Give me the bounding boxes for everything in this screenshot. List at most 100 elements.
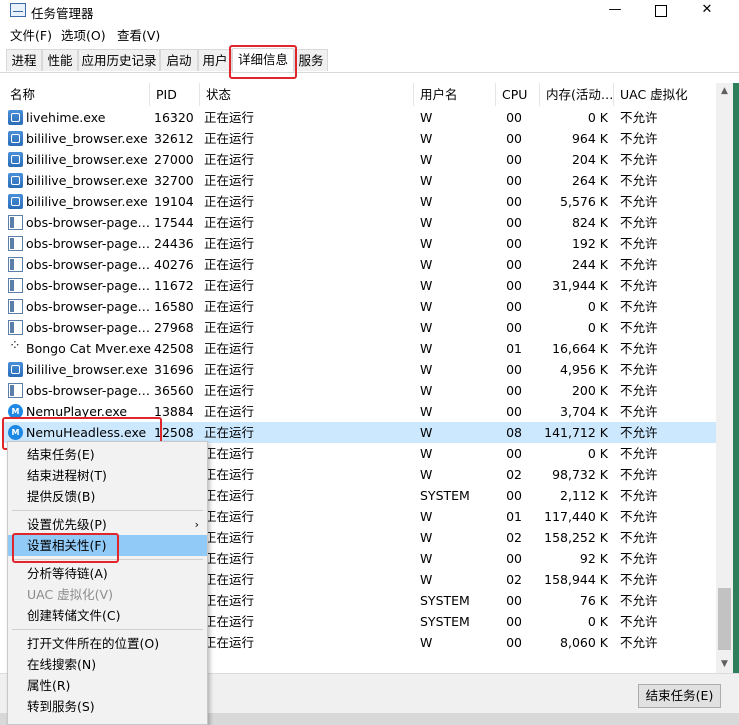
process-memory: 16,664 K	[552, 341, 608, 356]
menu-separator	[12, 629, 203, 630]
process-user: W	[420, 635, 433, 650]
process-status: 正在运行	[204, 320, 255, 335]
table-row[interactable]: obs-browser-page… 27968 正在运行 W 00 0 K 不允许	[4, 317, 716, 338]
table-row[interactable]: obs-browser-page… 11672 正在运行 W 00 31,944 K 不允许	[4, 275, 716, 296]
process-uac: 不允许	[620, 131, 658, 146]
process-cpu: 08	[506, 425, 522, 440]
process-cpu: 02	[506, 530, 522, 545]
context-menu-item[interactable]: 结束进程树(T)	[8, 465, 207, 486]
process-cpu: 00	[506, 173, 522, 188]
process-name: bililive_browser.exe	[26, 194, 148, 209]
col-name[interactable]: 名称	[4, 83, 150, 106]
process-status: 正在运行	[204, 404, 255, 419]
context-menu-item[interactable]: 提供反馈(B)	[8, 486, 207, 507]
context-menu-label: 结束进程树(T)	[27, 468, 107, 483]
menu-options[interactable]: 选项(O)	[61, 25, 106, 44]
context-menu-item[interactable]: 设置优先级(P) ›	[8, 514, 207, 535]
vertical-scrollbar[interactable]: ▲ ▼	[716, 83, 733, 673]
process-memory: 0 K	[587, 446, 608, 461]
tab-performance[interactable]: 性能	[42, 49, 78, 71]
context-menu-item[interactable]: 创建转储文件(C)	[8, 605, 207, 626]
table-row[interactable]: obs-browser-page… 36560 正在运行 W 00 200 K 不允许	[4, 380, 716, 401]
process-uac: 不允许	[620, 110, 658, 125]
maximize-icon	[655, 5, 667, 17]
close-button[interactable]: ✕	[684, 0, 730, 22]
process-name: bililive_browser.exe	[26, 362, 148, 377]
tab-app-history[interactable]: 应用历史记录	[78, 49, 160, 71]
process-memory: 3,704 K	[560, 404, 608, 419]
process-name: obs-browser-page…	[26, 215, 151, 230]
process-user: W	[420, 425, 433, 440]
process-user: W	[420, 131, 433, 146]
process-status: 正在运行	[204, 467, 255, 482]
context-menu-item[interactable]: 打开文件所在的位置(O)	[8, 633, 207, 654]
process-name: obs-browser-page…	[26, 236, 151, 251]
process-user: W	[420, 530, 433, 545]
menu-view[interactable]: 查看(V)	[117, 25, 160, 44]
table-row[interactable]: obs-browser-page… 17544 正在运行 W 00 824 K 不允许	[4, 212, 716, 233]
process-memory: 200 K	[571, 383, 608, 398]
context-menu-item[interactable]: 属性(R)	[8, 675, 207, 696]
process-pid: 11672	[154, 278, 194, 293]
scroll-thumb[interactable]	[718, 588, 731, 650]
process-uac: 不允许	[620, 425, 658, 440]
minimize-button[interactable]: —	[592, 0, 638, 22]
scroll-up-icon[interactable]: ▲	[716, 83, 733, 100]
tab-users[interactable]: 用户	[198, 49, 232, 71]
process-user: W	[420, 215, 433, 230]
col-status[interactable]: 状态	[200, 83, 414, 106]
table-row[interactable]: bililive_browser.exe 27000 正在运行 W 00 204 K 不允许	[4, 149, 716, 170]
context-menu-item[interactable]: 结束任务(E)	[8, 444, 207, 465]
dots-icon	[8, 338, 23, 356]
tab-services[interactable]: 服务	[294, 49, 328, 71]
process-status: 正在运行	[204, 299, 255, 314]
table-row[interactable]: obs-browser-page… 16580 正在运行 W 00 0 K 不允许	[4, 296, 716, 317]
tab-startup[interactable]: 启动	[160, 49, 198, 71]
end-task-button[interactable]: 结束任务(E)	[638, 684, 721, 708]
scroll-down-icon[interactable]: ▼	[716, 656, 733, 673]
process-memory: 0 K	[587, 299, 608, 314]
window-icon	[8, 383, 23, 398]
process-uac: 不允许	[620, 488, 658, 503]
process-cpu: 00	[506, 236, 522, 251]
blue-app-icon	[8, 110, 23, 125]
process-status: 正在运行	[204, 362, 255, 377]
col-pid[interactable]: PID	[150, 83, 200, 106]
process-pid: 24436	[154, 236, 194, 251]
process-cpu: 00	[506, 110, 522, 125]
process-uac: 不允许	[620, 593, 658, 608]
table-row[interactable]: obs-browser-page… 24436 正在运行 W 00 192 K 不允许	[4, 233, 716, 254]
context-menu-item[interactable]: 在线搜索(N)	[8, 654, 207, 675]
window-icon	[8, 320, 23, 335]
tab-processes[interactable]: 进程	[6, 49, 42, 71]
process-user: W	[420, 299, 433, 314]
process-name: obs-browser-page…	[26, 278, 151, 293]
process-pid: 16320	[154, 110, 194, 125]
process-name: obs-browser-page…	[26, 299, 151, 314]
process-user: W	[420, 509, 433, 524]
col-cpu[interactable]: CPU	[496, 83, 540, 106]
process-status: 正在运行	[204, 236, 255, 251]
process-status: 正在运行	[204, 110, 255, 125]
table-row[interactable]: livehime.exe 16320 正在运行 W 00 0 K 不允许	[4, 107, 716, 128]
table-row[interactable]: bililive_browser.exe 19104 正在运行 W 00 5,576 K 不…	[4, 191, 716, 212]
table-row[interactable]: Bongo Cat Mver.exe42508 正在运行 W 01 16,664 K 不允…	[4, 338, 716, 359]
process-status: 正在运行	[204, 257, 255, 272]
maximize-button[interactable]	[638, 0, 684, 22]
col-memory[interactable]: 内存(活动…	[540, 83, 614, 106]
process-pid: 40276	[154, 257, 194, 272]
context-menu-item[interactable]: 分析等待链(A)	[8, 563, 207, 584]
context-menu-label: 提供反馈(B)	[27, 489, 96, 504]
col-user[interactable]: 用户名	[414, 83, 496, 106]
context-menu-item[interactable]: 转到服务(S)	[8, 696, 207, 717]
table-row[interactable]: bililive_browser.exe 32700 正在运行 W 00 264 K 不允许	[4, 170, 716, 191]
process-cpu: 02	[506, 572, 522, 587]
table-row[interactable]: bililive_browser.exe 32612 正在运行 W 00 964 K 不允许	[4, 128, 716, 149]
process-status: 正在运行	[204, 488, 255, 503]
process-uac: 不允许	[620, 278, 658, 293]
table-row[interactable]: bililive_browser.exe 31696 正在运行 W 00 4,956 K 不…	[4, 359, 716, 380]
table-row[interactable]: obs-browser-page… 40276 正在运行 W 00 244 K 不允许	[4, 254, 716, 275]
process-pid: 36560	[154, 383, 194, 398]
col-uac[interactable]: UAC 虚拟化	[614, 83, 716, 106]
menu-file[interactable]: 文件(F)	[10, 25, 52, 44]
